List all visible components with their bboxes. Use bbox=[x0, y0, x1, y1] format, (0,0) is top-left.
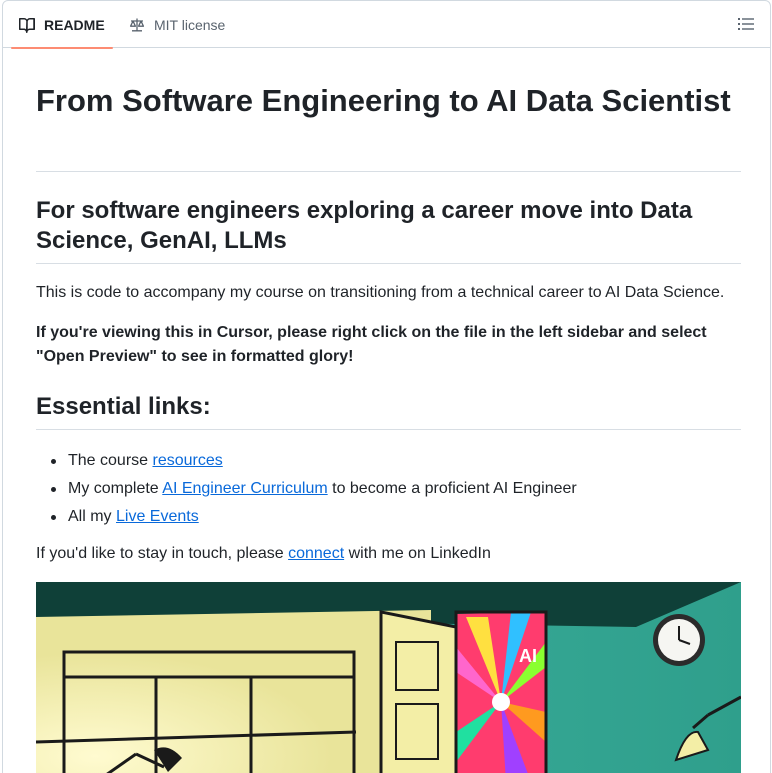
divider bbox=[36, 429, 741, 430]
intro-paragraph: This is code to accompany my course on t… bbox=[36, 284, 725, 301]
links-heading: Essential links: bbox=[36, 393, 211, 420]
hero-illustration: AI bbox=[36, 582, 741, 773]
contact-paragraph: If you'd like to stay in touch, please c… bbox=[36, 545, 491, 562]
subtitle-heading: For software engineers exploring a caree… bbox=[36, 197, 693, 254]
scale-icon bbox=[129, 17, 145, 33]
tab-readme[interactable]: README bbox=[11, 1, 113, 49]
curriculum-link[interactable]: AI Engineer Curriculum bbox=[162, 480, 327, 497]
book-icon bbox=[19, 17, 35, 33]
list-unordered-icon bbox=[738, 18, 754, 36]
page-title: From Software Engineering to AI Data Sci… bbox=[36, 83, 731, 118]
list-item: The course resources bbox=[36, 447, 577, 475]
tab-readme-label: README bbox=[44, 16, 105, 33]
tab-license[interactable]: MIT license bbox=[129, 1, 225, 48]
readme-tab-bar: README MIT license bbox=[3, 1, 770, 49]
connect-link[interactable]: connect bbox=[288, 545, 344, 562]
readme-panel: README MIT license From Software Enginee… bbox=[2, 0, 771, 773]
cursor-note: If you're viewing this in Cursor, please… bbox=[36, 324, 707, 365]
tab-license-label: MIT license bbox=[154, 16, 226, 33]
outline-button[interactable] bbox=[738, 16, 754, 32]
divider bbox=[36, 263, 741, 264]
list-item: All my Live Events bbox=[36, 503, 577, 531]
divider bbox=[36, 171, 741, 172]
hero-ai-text: AI bbox=[519, 646, 537, 666]
list-item: My complete AI Engineer Curriculum to be… bbox=[36, 475, 577, 503]
resources-link[interactable]: resources bbox=[152, 452, 222, 469]
links-list: The course resources My complete AI Engi… bbox=[36, 447, 577, 531]
live-events-link[interactable]: Live Events bbox=[116, 508, 199, 525]
